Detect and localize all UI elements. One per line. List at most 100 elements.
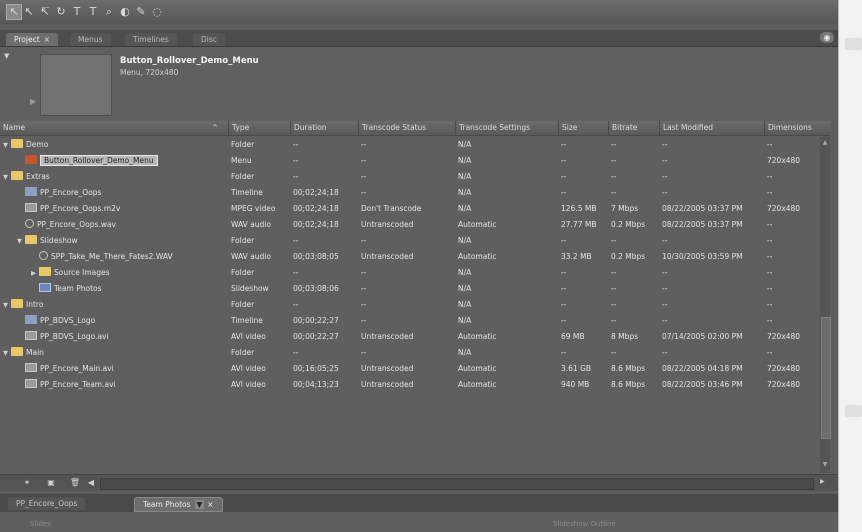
name-cell[interactable]: Team Photos <box>0 281 228 297</box>
new-item-icon[interactable]: ✶ <box>20 477 34 489</box>
table-row[interactable]: ▼ Main Folder -- -- N/A -- -- -- -- <box>0 345 820 361</box>
scroll-left-icon[interactable]: ◀ <box>84 477 98 489</box>
zoom-tool-icon[interactable]: ⌕ <box>102 5 116 19</box>
bitrate-cell: -- <box>611 300 617 309</box>
size-cell: 940 MB <box>561 380 590 389</box>
scroll-right-icon[interactable]: ▶ <box>820 478 832 488</box>
name-cell[interactable]: PP_BDVS_Logo <box>0 313 228 329</box>
folder-icon <box>25 235 37 244</box>
name-cell[interactable]: Button_Rollover_Demo_Menu <box>0 153 228 169</box>
tab-disc[interactable]: Disc <box>193 33 225 46</box>
table-row[interactable]: PP_Encore_Oops Timeline 00;02;24;18 -- N/A --… <box>0 185 820 201</box>
name-cell[interactable]: PP_Encore_Main.avi <box>0 361 228 377</box>
item-name: Extras <box>26 172 50 181</box>
scroll-up-icon[interactable]: ▲ <box>820 139 830 149</box>
tab-label: Project <box>14 35 40 44</box>
collapse-triangle-icon[interactable]: ▼ <box>4 52 9 60</box>
tab-timelines[interactable]: Timelines <box>125 33 177 46</box>
close-icon[interactable]: × <box>44 35 50 44</box>
column-header-transcode-settings[interactable]: Transcode Settings <box>455 121 558 135</box>
table-row[interactable]: ▼ Intro Folder -- -- N/A -- -- -- -- <box>0 297 820 313</box>
table-row[interactable]: Team Photos Slideshow 00;03;08;06 -- N/A -- --… <box>0 281 820 297</box>
table-row[interactable]: ▼ Slideshow Folder -- -- N/A -- -- -- -- <box>0 233 820 249</box>
close-icon[interactable]: × <box>207 500 213 509</box>
name-cell[interactable]: PP_Encore_Oops.wav <box>0 217 228 233</box>
name-cell[interactable]: ▼ Extras <box>0 169 228 185</box>
item-name: Button_Rollover_Demo_Menu <box>40 155 158 166</box>
settings-cell: Automatic <box>458 332 497 341</box>
table-row[interactable]: SPP_Take_Me_There_Fates2.WAV WAV audio 00;… <box>0 249 820 265</box>
text-tool-icon[interactable]: T <box>70 5 84 19</box>
delete-icon[interactable]: 🗑 <box>68 477 82 489</box>
bitrate-cell: 8.6 Mbps <box>611 380 646 389</box>
column-header-name[interactable]: Name <box>0 121 228 135</box>
horizontal-scrollbar[interactable] <box>100 478 814 490</box>
status-cell: -- <box>361 316 367 325</box>
table-row[interactable]: Button_Rollover_Demo_Menu Menu -- -- N/A -- --… <box>0 153 820 169</box>
edit-tool-icon[interactable]: ✎ <box>134 5 148 19</box>
column-header-transcode-status[interactable]: Transcode Status <box>358 121 455 135</box>
column-header-last-modified[interactable]: Last Modified <box>659 121 764 135</box>
dropdown-icon[interactable]: ▼ <box>194 500 205 509</box>
move-tool-icon[interactable]: ↸ <box>38 5 52 19</box>
table-row[interactable]: PP_BDVS_Logo.avi AVI video 00;00;22;27 Untr… <box>0 329 820 345</box>
settings-cell: N/A <box>458 140 472 149</box>
expand-triangle-icon[interactable]: ▼ <box>3 169 11 185</box>
play-icon[interactable]: ▶ <box>30 97 36 106</box>
table-row[interactable]: ▼ Extras Folder -- -- N/A -- -- -- -- <box>0 169 820 185</box>
sort-ascending-icon[interactable]: ^ <box>212 121 218 135</box>
preview-tool-icon[interactable]: ◐ <box>118 5 132 19</box>
direct-select-tool-icon[interactable]: ↖ <box>22 5 36 19</box>
type-cell: WAV audio <box>231 252 271 261</box>
rotate-tool-icon[interactable]: ↻ <box>54 5 68 19</box>
vertical-scrollbar[interactable]: ▲ ▼ <box>820 137 831 473</box>
expand-triangle-icon[interactable]: ▼ <box>3 345 11 361</box>
panel-menu-icon[interactable]: ◉ <box>820 32 834 43</box>
name-cell[interactable]: PP_Encore_Oops <box>0 185 228 201</box>
tab-project[interactable]: Project × <box>6 33 58 46</box>
name-cell[interactable]: ▼ Demo <box>0 137 228 153</box>
bitrate-cell: 7 Mbps <box>611 204 639 213</box>
scroll-down-icon[interactable]: ▼ <box>820 461 830 471</box>
bitrate-cell: -- <box>611 140 617 149</box>
name-cell[interactable]: ▼ Intro <box>0 297 228 313</box>
table-row[interactable]: ▼ Demo Folder -- -- N/A -- -- -- -- <box>0 137 820 153</box>
duration-cell: 00;00;22;27 <box>293 332 339 341</box>
tab-menus[interactable]: Menus <box>70 33 111 46</box>
table-row[interactable]: ▶ Source Images Folder -- -- N/A -- -- -- -- <box>0 265 820 281</box>
duration-cell: -- <box>293 236 299 245</box>
collapsed-triangle-icon[interactable]: ▶ <box>31 265 39 281</box>
table-row[interactable]: PP_Encore_Main.avi AVI video 00;16;05;25 Un… <box>0 361 820 377</box>
column-header-type[interactable]: Type <box>228 121 290 135</box>
tab-pp-encore-oops[interactable]: PP_Encore_Oops <box>8 497 86 510</box>
table-row[interactable]: PP_Encore_Team.avi AVI video 00;04;13;23 Un… <box>0 377 820 393</box>
name-cell[interactable]: ▼ Main <box>0 345 228 361</box>
name-cell[interactable]: PP_BDVS_Logo.avi <box>0 329 228 345</box>
name-cell[interactable]: PP_Encore_Oops.m2v <box>0 201 228 217</box>
table-row[interactable]: PP_Encore_Oops.wav WAV audio 00;02;24;18 Un… <box>0 217 820 233</box>
selection-tool-icon[interactable]: ↖ <box>6 4 22 20</box>
column-header-bitrate[interactable]: Bitrate <box>608 121 659 135</box>
column-header-size[interactable]: Size <box>558 121 608 135</box>
size-cell: -- <box>561 316 567 325</box>
scrollbar-thumb[interactable] <box>821 317 831 439</box>
settings-cell: Automatic <box>458 252 497 261</box>
name-cell[interactable]: ▼ Slideshow <box>0 233 228 249</box>
expand-triangle-icon[interactable]: ▼ <box>3 137 11 153</box>
table-row[interactable]: PP_BDVS_Logo Timeline 00;00;22;27 -- N/A -- --… <box>0 313 820 329</box>
playback-tool-icon[interactable]: ◌ <box>150 5 164 19</box>
name-cell[interactable]: ▶ Source Images <box>0 265 228 281</box>
vertical-text-tool-icon[interactable]: T <box>86 5 100 19</box>
column-header-dimensions[interactable]: Dimensions <box>764 121 830 135</box>
expand-triangle-icon[interactable]: ▼ <box>17 233 25 249</box>
table-row[interactable]: PP_Encore_Oops.m2v MPEG video 00;02;24;18 D… <box>0 201 820 217</box>
bitrate-cell: -- <box>611 156 617 165</box>
new-folder-icon[interactable]: ▣ <box>44 477 58 489</box>
side-panel-tab[interactable] <box>845 405 862 417</box>
name-cell[interactable]: SPP_Take_Me_There_Fates2.WAV <box>0 249 228 265</box>
tab-team-photos[interactable]: Team Photos ▼ × <box>134 497 223 512</box>
name-cell[interactable]: PP_Encore_Team.avi <box>0 377 228 393</box>
side-panel-tab[interactable] <box>845 38 862 50</box>
expand-triangle-icon[interactable]: ▼ <box>3 297 11 313</box>
column-header-duration[interactable]: Duration <box>290 121 358 135</box>
